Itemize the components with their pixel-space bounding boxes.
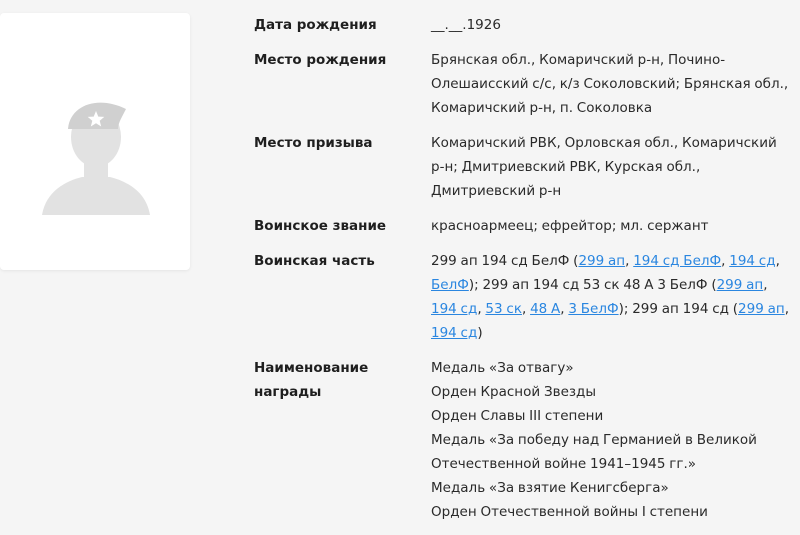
award-item: Медаль «За отвагу» xyxy=(431,360,574,376)
unit-link[interactable]: 299 ап xyxy=(578,253,625,269)
unit-link[interactable]: 53 ск xyxy=(485,301,522,317)
birth-date-value: __.__.1926 xyxy=(431,17,501,33)
unit-link[interactable]: БелФ xyxy=(431,277,469,293)
draft-place-value: Комаричский РВК, Орловская обл., Комарич… xyxy=(431,135,777,199)
awards-label-line1: Наименование xyxy=(254,360,369,376)
unit-2-text: 299 ап 194 сд 53 ск 48 А 3 БелФ ( xyxy=(482,277,717,293)
row-unit: Воинская часть 299 ап 194 сд БелФ (299 а… xyxy=(254,249,800,345)
unit-link[interactable]: 194 сд xyxy=(431,325,477,341)
row-awards: Наименование награды Медаль «За отвагу» … xyxy=(254,356,800,524)
birth-place-value: Брянская обл., Комаричский р-н, Почино-О… xyxy=(431,52,789,116)
awards-label-line2: награды xyxy=(254,384,322,400)
photo-card xyxy=(0,13,190,270)
awards-list: Медаль «За отвагу» Орден Красной Звезды … xyxy=(431,356,791,524)
unit-link[interactable]: 194 сд БелФ xyxy=(633,253,721,269)
unit-value: 299 ап 194 сд БелФ (299 ап, 194 сд БелФ,… xyxy=(431,253,789,341)
row-birth-place: Место рождения Брянская обл., Комаричски… xyxy=(254,48,800,120)
award-item: Орден Красной Звезды xyxy=(431,384,597,400)
unit-link[interactable]: 299 ап xyxy=(717,277,764,293)
soldier-silhouette-icon xyxy=(42,102,150,215)
birth-place-label: Место рождения xyxy=(254,52,387,68)
unit-link[interactable]: 299 ап xyxy=(738,301,785,317)
award-item: Орден Отечественной войны I степени xyxy=(431,504,708,520)
award-item: Орден Славы III степени xyxy=(431,408,604,424)
birth-date-label: Дата рождения xyxy=(254,17,377,33)
rank-value: красноармеец; ефрейтор; мл. сержант xyxy=(431,218,709,234)
award-item: Медаль «За победу над Германией в Велико… xyxy=(431,432,757,472)
draft-place-label: Место призыва xyxy=(254,135,373,151)
unit-label: Воинская часть xyxy=(254,253,375,269)
row-birth-date: Дата рождения __.__.1926 xyxy=(254,13,800,37)
unit-3-text: 299 ап 194 сд ( xyxy=(632,301,739,317)
unit-link[interactable]: 194 сд xyxy=(729,253,775,269)
row-draft-place: Место призыва Комаричский РВК, Орловская… xyxy=(254,131,800,203)
row-rank: Воинское звание красноармеец; ефрейтор; … xyxy=(254,214,800,238)
awards-label: Наименование награды xyxy=(254,356,431,524)
soldier-details: Дата рождения __.__.1926 Место рождения … xyxy=(254,13,800,535)
unit-link[interactable]: 194 сд xyxy=(431,301,477,317)
rank-label: Воинское звание xyxy=(254,218,387,234)
unit-1-text: 299 ап 194 сд БелФ ( xyxy=(431,253,579,269)
unit-link[interactable]: 3 БелФ xyxy=(568,301,618,317)
award-item: Медаль «За взятие Кенигсберга» xyxy=(431,480,669,496)
unit-link[interactable]: 48 А xyxy=(530,301,560,317)
